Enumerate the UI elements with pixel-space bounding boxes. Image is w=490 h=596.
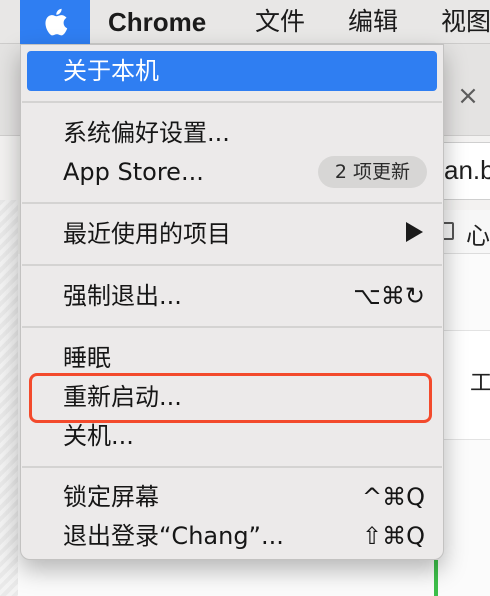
menubar-app-name[interactable]: Chrome [108,5,206,39]
menu-item-log-out[interactable]: 退出登录“Chang”... ⇧⌘Q [27,516,437,556]
menu-item-lock-screen-label: 锁定屏幕 [63,483,159,511]
apple-logo-icon [45,8,68,36]
menubar-edit[interactable]: 编辑 [348,5,398,39]
green-accent-line [434,560,438,596]
menu-item-shutdown[interactable]: 关机... [27,416,437,456]
menu-bar: Chrome 文件 编辑 视图 [0,0,490,44]
menu-separator [22,101,442,103]
menu-item-system-preferences[interactable]: 系统偏好设置... [27,113,437,153]
menu-item-sleep-label: 睡眠 [63,344,111,372]
address-text: an.b [444,155,490,185]
page-panel-text: 工 [470,371,490,396]
menu-item-system-preferences-label: 系统偏好设置... [63,119,230,147]
bookmark-text[interactable]: 心 [466,216,490,251]
menu-separator [22,202,442,204]
lock-screen-shortcut: ^⌘Q [362,483,425,511]
app-store-update-badge: 2 项更新 [317,156,427,188]
menu-item-app-store-label: App Store... [63,158,204,186]
menu-item-about[interactable]: 关于本机 [27,51,437,91]
menu-item-about-label: 关于本机 [63,57,159,85]
apple-dropdown-menu: 关于本机 系统偏好设置... App Store... 2 项更新 最近使用的项… [20,44,444,560]
triangle-right-icon [406,222,423,242]
page-left-strip [0,200,18,596]
menu-item-restart-label: 重新启动... [63,383,182,411]
menu-item-recent-items-label: 最近使用的项目 [63,220,231,248]
force-quit-shortcut: ⌥⌘↻ [353,282,425,310]
apple-menu-button[interactable] [20,0,90,44]
menu-item-force-quit[interactable]: 强制退出... ⌥⌘↻ [27,276,437,316]
menu-separator [22,264,442,266]
menubar-file[interactable]: 文件 [255,5,305,39]
menubar-view[interactable]: 视图 [441,5,490,39]
menu-separator [22,326,442,328]
menu-item-shutdown-label: 关机... [63,422,134,450]
menu-item-log-out-label: 退出登录“Chang”... [63,522,284,550]
menu-item-force-quit-label: 强制退出... [63,282,182,310]
menu-item-sleep[interactable]: 睡眠 [27,338,437,378]
menu-item-restart[interactable]: 重新启动... [27,377,437,417]
menu-item-app-store[interactable]: App Store... 2 项更新 [27,152,437,192]
menu-item-recent-items[interactable]: 最近使用的项目 [27,214,437,254]
page-panel: 工 [440,330,490,440]
close-tab-icon[interactable]: × [452,80,484,112]
log-out-shortcut: ⇧⌘Q [362,522,425,550]
menu-item-lock-screen[interactable]: 锁定屏幕 ^⌘Q [27,477,437,517]
menu-separator [22,466,442,468]
